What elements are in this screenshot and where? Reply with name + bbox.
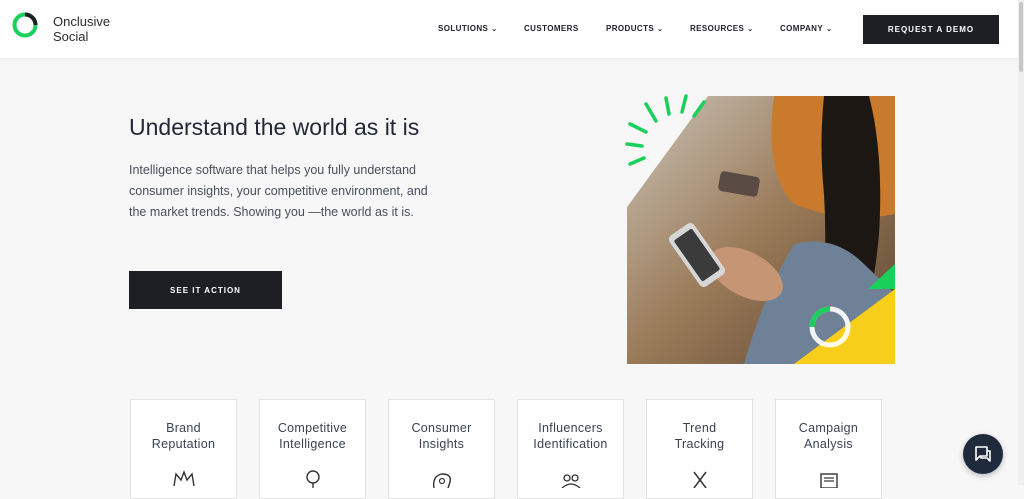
- nav-products-label: PRODUCTS: [606, 24, 655, 33]
- card-label: Competitive Intelligence: [277, 421, 348, 451]
- crown-icon: [173, 470, 195, 487]
- nav-resources[interactable]: RESOURCES ⌄: [690, 24, 754, 33]
- card-campaign-analysis[interactable]: Campaign Analysis: [775, 399, 882, 499]
- site-header: Onclusive Social SOLUTIONS ⌄ CUSTOMERS PR…: [0, 0, 1018, 58]
- card-competitive-intelligence[interactable]: Competitive Intelligence: [259, 399, 366, 499]
- newspaper-icon: [820, 473, 838, 488]
- chevron-down-icon: ⌄: [491, 26, 498, 33]
- card-label: Brand Reputation: [151, 421, 216, 451]
- card-influencers-identification[interactable]: Influencers Identification: [517, 399, 624, 499]
- chevron-down-icon: ⌄: [747, 26, 754, 33]
- nav-company-label: COMPANY: [780, 24, 824, 33]
- brand-line-2: Social: [53, 29, 89, 44]
- nav-solutions[interactable]: SOLUTIONS ⌄: [438, 24, 498, 33]
- page-scrollbar[interactable]: [1018, 0, 1024, 485]
- card-consumer-insights[interactable]: Consumer Insights: [388, 399, 495, 499]
- brand-logo[interactable]: Onclusive Social: [53, 14, 110, 44]
- chevron-down-icon: ⌄: [826, 26, 833, 33]
- hero-title: Understand the world as it is: [129, 114, 420, 140]
- people-icon: [561, 474, 581, 488]
- card-label: Consumer Insights: [411, 421, 472, 451]
- chevron-down-icon: ⌄: [657, 26, 664, 33]
- hero-illustration: [625, 94, 895, 364]
- nav-products[interactable]: PRODUCTS ⌄: [606, 24, 663, 33]
- request-demo-button[interactable]: REQUEST A DEMO: [863, 15, 999, 44]
- logo-ring-icon[interactable]: [12, 12, 38, 38]
- card-label: Trend Tracking: [674, 421, 725, 451]
- scrollbar-thumb[interactable]: [1019, 2, 1023, 72]
- tools-icon: [693, 471, 707, 488]
- head-gear-icon: [432, 473, 452, 488]
- card-brand-reputation[interactable]: Brand Reputation: [130, 399, 237, 499]
- card-label: Campaign Analysis: [798, 421, 859, 451]
- nav-customers-label: CUSTOMERS: [524, 24, 579, 33]
- chat-button[interactable]: [963, 434, 1003, 474]
- lightbulb-icon: [306, 470, 320, 488]
- card-trend-tracking[interactable]: Trend Tracking: [646, 399, 753, 499]
- see-it-action-button[interactable]: SEE IT ACTION: [129, 271, 282, 309]
- nav-customers[interactable]: CUSTOMERS: [524, 24, 579, 33]
- nav-solutions-label: SOLUTIONS: [438, 24, 489, 33]
- hero-description: Intelligence software that helps you ful…: [129, 163, 428, 219]
- chat-icon: [975, 446, 991, 462]
- nav-resources-label: RESOURCES: [690, 24, 745, 33]
- brand-line-1: Onclusive: [53, 14, 111, 29]
- nav-company[interactable]: COMPANY ⌄: [780, 24, 832, 33]
- card-label: Influencers Identification: [533, 421, 608, 451]
